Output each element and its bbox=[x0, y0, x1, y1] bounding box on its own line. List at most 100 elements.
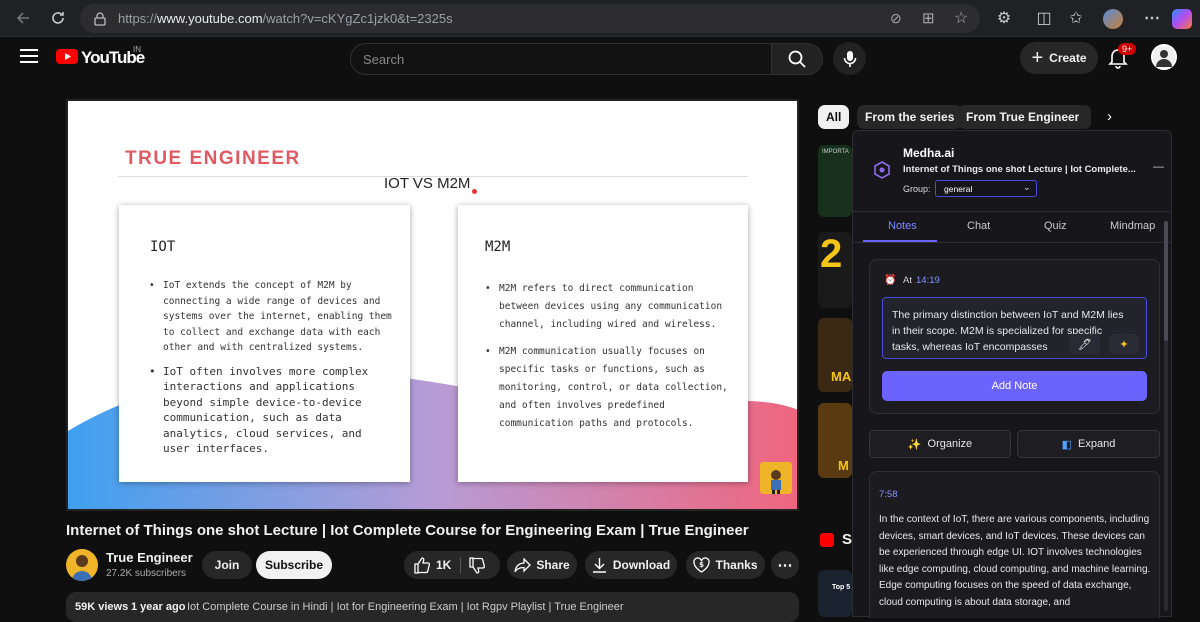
m2m-point: M2M refers to direct communication betwe… bbox=[485, 280, 734, 334]
medha-video-title: Internet of Things one shot Lecture | Io… bbox=[903, 164, 1136, 175]
chip-overflow[interactable] bbox=[1079, 105, 1091, 129]
download-label: Download bbox=[612, 558, 671, 572]
expand-label: Expand bbox=[1078, 438, 1116, 450]
minimize-icon[interactable]: — bbox=[1153, 161, 1164, 173]
search-icon bbox=[788, 50, 806, 68]
extensions-icon[interactable]: ⚙ bbox=[990, 5, 1018, 31]
expand-button[interactable]: ◧ Expand bbox=[1017, 430, 1160, 458]
related-thumbnail-text: 2 bbox=[820, 232, 843, 276]
more-actions-icon[interactable]: ⋯ bbox=[771, 551, 799, 579]
video-player[interactable]: TRUE ENGINEER IOT VS M2M IOT IoT extends… bbox=[66, 99, 799, 511]
create-button[interactable]: + Create bbox=[1020, 42, 1098, 74]
add-note-button[interactable]: Add Note bbox=[882, 371, 1147, 401]
channel-avatar[interactable] bbox=[66, 549, 98, 581]
subscriber-count: 27.2K subscribers bbox=[106, 568, 187, 579]
join-button[interactable]: Join bbox=[202, 551, 252, 579]
tab-quiz[interactable]: Quiz bbox=[1044, 220, 1067, 232]
note-entry-card: 7:58 In the context of IoT, there are va… bbox=[869, 471, 1160, 618]
related-thumbnail[interactable]: MA bbox=[818, 318, 852, 392]
sparkle-ai-icon[interactable]: ✦ bbox=[1109, 334, 1139, 354]
thanks-label: Thanks bbox=[715, 558, 758, 572]
microphone-icon bbox=[843, 50, 856, 67]
search-input[interactable]: Search bbox=[350, 43, 772, 75]
tab-chat[interactable]: Chat bbox=[967, 220, 990, 232]
split-screen-icon[interactable]: ◫ bbox=[1030, 5, 1058, 31]
subscribe-button[interactable]: Subscribe bbox=[256, 551, 332, 579]
download-button[interactable]: Download bbox=[585, 551, 677, 579]
description-tags: Iot Complete Course in Hindi | Iot for E… bbox=[187, 601, 624, 613]
group-select-value: general bbox=[944, 184, 973, 194]
youtube-header: YouTube IN Search + Create 9+ bbox=[0, 37, 1200, 79]
shorts-icon bbox=[820, 533, 834, 547]
chevron-down-icon: ⌄ bbox=[1023, 182, 1031, 192]
sparkle-icon: ✨ bbox=[907, 438, 922, 451]
description-box[interactable]: 59K views 1 year ago Iot Complete Course… bbox=[66, 592, 799, 622]
share-icon bbox=[514, 557, 532, 573]
like-count: 1K bbox=[436, 558, 452, 572]
medha-name: Medha.ai bbox=[903, 146, 955, 160]
chevron-right-icon[interactable]: › bbox=[1107, 108, 1112, 125]
favorites-icon[interactable]: ✩ bbox=[1062, 5, 1090, 31]
panel-scrollbar[interactable] bbox=[1164, 221, 1168, 611]
shorts-thumbnail-text: Top 5 bbox=[832, 584, 851, 591]
like-button[interactable]: 1K bbox=[413, 556, 452, 574]
share-label: Share bbox=[536, 558, 570, 572]
refresh-icon[interactable] bbox=[44, 5, 72, 31]
account-avatar[interactable] bbox=[1151, 44, 1177, 70]
note-editor-card: ⏰ At 14:19 The primary distinction betwe… bbox=[869, 259, 1160, 414]
copilot-icon[interactable] bbox=[1172, 9, 1192, 29]
profile-avatar[interactable] bbox=[1103, 9, 1123, 29]
back-icon[interactable] bbox=[10, 5, 38, 31]
slide-brand: TRUE ENGINEER bbox=[125, 148, 301, 169]
video-title: Internet of Things one shot Lecture | Io… bbox=[66, 522, 749, 539]
view-count: 59K views bbox=[75, 601, 129, 613]
search-button[interactable] bbox=[771, 43, 823, 75]
thanks-button[interactable]: $ Thanks bbox=[686, 551, 765, 579]
panel-scrollbar-thumb[interactable] bbox=[1164, 221, 1168, 341]
medha-panel: Medha.ai Internet of Things one shot Lec… bbox=[852, 130, 1172, 618]
chip-from-channel[interactable]: From True Engineer bbox=[958, 105, 1088, 129]
shorts-thumbnail[interactable]: Top 5 bbox=[818, 570, 852, 617]
apps-icon[interactable]: ⊞ bbox=[922, 9, 935, 27]
dislike-button[interactable] bbox=[468, 557, 485, 577]
pen-tool-icon[interactable]: 🖊 bbox=[1070, 334, 1100, 354]
hamburger-menu-icon[interactable] bbox=[20, 49, 38, 68]
tab-notes[interactable]: Notes bbox=[888, 220, 917, 232]
notification-badge: 9+ bbox=[1118, 43, 1137, 55]
tab-mindmap[interactable]: Mindmap bbox=[1110, 220, 1155, 232]
related-thumbnail-text: MA bbox=[831, 369, 852, 384]
note-at-label: At bbox=[903, 275, 912, 286]
related-thumbnail[interactable]: M bbox=[818, 403, 852, 478]
tracking-icon[interactable]: ⊘ bbox=[890, 10, 902, 27]
organize-label: Organize bbox=[927, 438, 973, 450]
share-button[interactable]: Share bbox=[507, 551, 577, 579]
voice-search-button[interactable] bbox=[833, 42, 866, 75]
chip-from-series[interactable]: From the series bbox=[857, 105, 963, 129]
like-dislike-group: 1K bbox=[404, 551, 500, 579]
group-select[interactable]: general ⌄ bbox=[935, 180, 1037, 197]
like-divider bbox=[460, 557, 461, 573]
svg-text:$: $ bbox=[700, 561, 705, 569]
more-menu-icon[interactable]: ⋯ bbox=[1138, 5, 1166, 31]
slide-card-iot: IOT IoT extends the concept of M2M by co… bbox=[119, 205, 410, 482]
site-info-icon[interactable] bbox=[93, 12, 107, 31]
note-entry-text: In the context of IoT, there are various… bbox=[879, 514, 1151, 608]
related-thumbnail[interactable]: 2 bbox=[818, 232, 852, 308]
chip-all[interactable]: All bbox=[818, 105, 850, 129]
slide-title: IOT VS M2M bbox=[384, 175, 471, 192]
favorite-star-icon[interactable]: ☆ bbox=[954, 8, 968, 28]
note-entry-timestamp[interactable]: 7:58 bbox=[879, 489, 898, 500]
iot-point: IoT often involves more complex interact… bbox=[149, 364, 393, 457]
youtube-logo-icon[interactable] bbox=[56, 49, 78, 64]
address-bar[interactable]: https://www.youtube.com/watch?v=cKYgZc1j… bbox=[80, 4, 980, 33]
m2m-heading: M2M bbox=[485, 239, 511, 255]
related-thumbnail-text: M bbox=[838, 458, 849, 473]
related-thumbnail[interactable]: IMPORTA bbox=[818, 145, 852, 217]
create-label: Create bbox=[1049, 51, 1087, 65]
note-timestamp[interactable]: 14:19 bbox=[916, 275, 940, 286]
organize-button[interactable]: ✨ Organize bbox=[869, 430, 1011, 458]
note-textarea[interactable]: The primary distinction between IoT and … bbox=[882, 297, 1147, 359]
related-thumbnail-text: IMPORTA bbox=[822, 149, 849, 155]
clock-icon: ⏰ bbox=[884, 275, 897, 286]
channel-name[interactable]: True Engineer bbox=[106, 550, 193, 565]
